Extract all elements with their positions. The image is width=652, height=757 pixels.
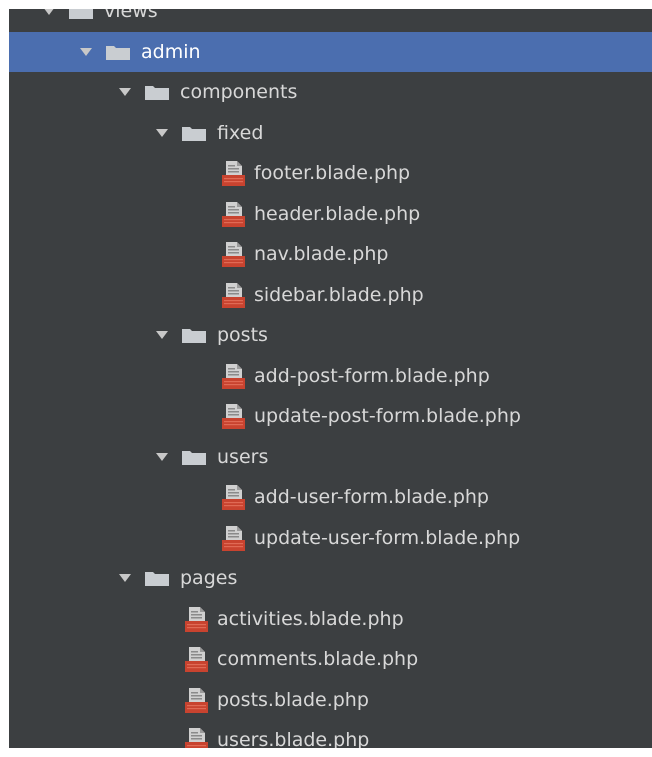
folder-label: fixed: [217, 121, 264, 144]
tree-folder-row[interactable]: users: [9, 437, 652, 477]
file-label: nav.blade.php: [254, 243, 389, 265]
tree-folder-row[interactable]: admin: [9, 31, 652, 72]
chevron-down-icon[interactable]: [118, 85, 132, 99]
file-label: users.blade.php: [217, 729, 370, 748]
file-label: footer.blade.php: [254, 162, 411, 184]
chevron-down-icon[interactable]: [155, 328, 169, 342]
file-label: activities.blade.php: [217, 607, 404, 630]
file-label: update-user-form.blade.php: [254, 526, 521, 549]
tree-file-row[interactable]: sidebar.blade.php: [9, 275, 652, 315]
folder-icon: [182, 126, 206, 141]
folder-icon: [106, 45, 130, 60]
file-label: posts.blade.php: [217, 688, 369, 711]
blade-file-icon: [222, 242, 245, 267]
tree-file-row[interactable]: nav.blade.php: [9, 234, 652, 274]
tree-file-row[interactable]: posts.blade.php: [9, 680, 652, 720]
tree-file-row[interactable]: activities.blade.php: [9, 599, 652, 639]
folder-label: users: [217, 445, 269, 468]
tree-folder-row[interactable]: components: [9, 72, 652, 112]
file-label: add-post-form.blade.php: [254, 364, 490, 387]
blade-file-icon: [222, 485, 245, 510]
tree-file-row[interactable]: header.blade.php: [9, 194, 652, 234]
folder-icon: [145, 86, 169, 100]
project-tree: views admin components fixed footer.blade.ph…: [9, 9, 652, 748]
folder-label: admin: [141, 40, 201, 63]
tree-file-row[interactable]: update-user-form.blade.php: [9, 518, 652, 558]
chevron-down-icon[interactable]: [155, 126, 169, 140]
blade-file-icon: [222, 282, 245, 308]
folder-label: components: [180, 81, 298, 103]
file-label: add-user-form.blade.php: [254, 486, 489, 508]
tree-folder-row[interactable]: posts: [9, 315, 652, 355]
file-label: update-post-form.blade.php: [254, 405, 521, 427]
chevron-down-icon[interactable]: [79, 45, 93, 59]
folder-label: pages: [180, 567, 238, 589]
blade-file-icon: [185, 687, 208, 713]
blade-file-icon: [185, 728, 208, 748]
tree-folder-row[interactable]: pages: [9, 558, 652, 598]
blade-file-icon: [222, 201, 245, 227]
file-label: sidebar.blade.php: [254, 283, 424, 306]
folder-label: posts: [217, 324, 268, 346]
tree-file-row[interactable]: footer.blade.php: [9, 153, 652, 193]
chevron-down-icon[interactable]: [155, 450, 169, 464]
blade-file-icon: [185, 647, 208, 672]
folder-icon: [69, 9, 93, 19]
blade-file-icon: [222, 363, 245, 389]
file-label: header.blade.php: [254, 202, 421, 225]
tree-file-row[interactable]: users.blade.php: [9, 720, 652, 748]
tree-folder-row[interactable]: views: [9, 9, 652, 31]
blade-file-icon: [222, 404, 245, 429]
chevron-down-icon[interactable]: [118, 571, 132, 585]
blade-file-icon: [185, 606, 208, 632]
tree-file-row[interactable]: add-user-form.blade.php: [9, 477, 652, 517]
folder-icon: [182, 329, 206, 343]
folder-icon: [182, 450, 206, 465]
blade-file-icon: [222, 525, 245, 551]
blade-file-icon: [222, 161, 245, 186]
file-label: comments.blade.php: [217, 648, 419, 670]
tree-file-row[interactable]: update-post-form.blade.php: [9, 396, 652, 436]
folder-label: views: [104, 9, 158, 22]
folder-icon: [145, 572, 169, 586]
tree-folder-row[interactable]: fixed: [9, 113, 652, 153]
tree-file-row[interactable]: comments.blade.php: [9, 639, 652, 679]
chevron-down-icon[interactable]: [42, 9, 56, 18]
tree-file-row[interactable]: add-post-form.blade.php: [9, 356, 652, 396]
